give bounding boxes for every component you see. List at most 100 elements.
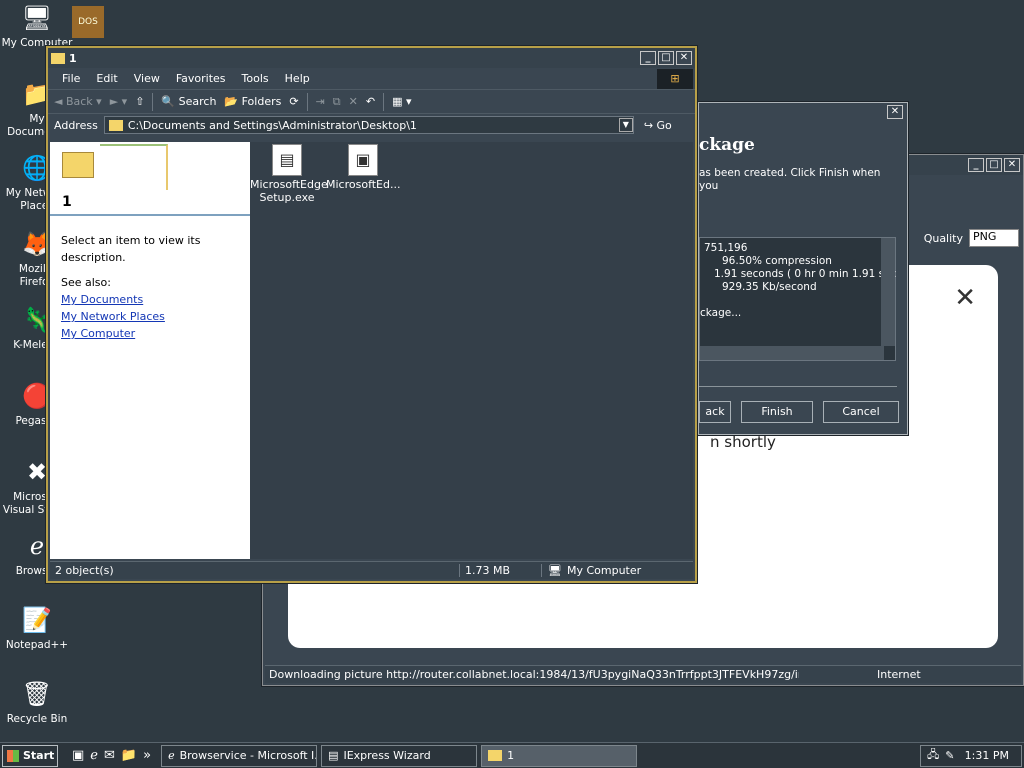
taskbar-item-explorer[interactable]: 1 xyxy=(481,744,638,767)
dialog-heading: ckage xyxy=(699,135,755,155)
copy-to-icon[interactable]: ⧉ xyxy=(333,95,341,109)
maximize-button[interactable]: □ xyxy=(658,51,674,65)
header-decoration xyxy=(100,144,168,190)
window-title: 1 xyxy=(69,51,77,65)
desktop-icon-dosbox[interactable]: DOS xyxy=(68,6,108,41)
explorer-toolbar: ◄ Back ▾ ► ▾ ⇧ 🔍 Search 📂 Folders ⟳ ⇥ ⧉ … xyxy=(48,90,695,114)
menu-help[interactable]: Help xyxy=(277,72,318,85)
close-button[interactable]: ✕ xyxy=(676,51,692,65)
menu-file[interactable]: File xyxy=(54,72,88,85)
chevron-down-icon[interactable]: ▼ xyxy=(618,118,633,132)
file-name: MicrosoftEd... xyxy=(326,178,401,191)
link-my-network-places[interactable]: My Network Places xyxy=(61,308,239,325)
file-list[interactable]: ▤ MicrosoftEdge Setup.exe ▣ MicrosoftEd.… xyxy=(250,142,693,559)
explorer-statusbar: 2 object(s) 1.73 MB 🖥 My Computer xyxy=(50,561,693,579)
folder-icon xyxy=(488,750,503,761)
desktop-icon-notepadpp[interactable]: 📝 Notepad++ xyxy=(0,604,74,652)
desktop-icon-recycle-bin[interactable]: 🗑 Recycle Bin xyxy=(0,678,74,726)
toolbar-separator xyxy=(152,92,154,111)
link-my-documents[interactable]: My Documents xyxy=(61,291,239,308)
delete-icon[interactable]: ✕ xyxy=(349,95,358,108)
ie-icon: ℯ xyxy=(168,749,175,762)
security-zone: Internet xyxy=(877,668,921,681)
quality-label: Quality xyxy=(923,231,963,245)
forward-button[interactable]: ► ▾ xyxy=(110,95,127,108)
go-button[interactable]: ↪ Go xyxy=(644,119,672,132)
ie-icon[interactable]: ℯ xyxy=(90,748,98,763)
network-tray-icon[interactable]: 🖧 xyxy=(927,746,939,765)
start-button[interactable]: Start xyxy=(2,744,58,767)
menu-favorites[interactable]: Favorites xyxy=(168,72,234,85)
folder-icon xyxy=(62,152,94,178)
quality-select[interactable]: PNG xyxy=(969,229,1019,247)
folder-name: 1 xyxy=(62,194,72,210)
back-button[interactable]: ◄ Back ▾ xyxy=(54,95,102,108)
explorer-icon[interactable]: 📁 xyxy=(121,748,137,763)
minimize-button[interactable]: _ xyxy=(640,51,656,65)
explorer-window[interactable]: 1 _ □ ✕ File Edit View Favorites Tools H… xyxy=(46,46,697,583)
notepadpp-icon: 📝 xyxy=(22,605,52,634)
move-to-icon[interactable]: ⇥ xyxy=(316,95,325,108)
windows-flag-icon xyxy=(7,749,19,762)
dialog-divider xyxy=(699,386,897,387)
outlook-icon[interactable]: ✉ xyxy=(104,748,115,763)
undo-icon[interactable]: ↶ xyxy=(366,95,375,108)
close-button[interactable]: ✕ xyxy=(1004,158,1020,172)
toolbar-separator xyxy=(306,92,308,111)
folder-description: Select an item to view its description. … xyxy=(50,216,250,342)
cancel-button[interactable]: Cancel xyxy=(823,401,899,423)
taskbar-item-iexpress[interactable]: ▤ IExpress Wizard xyxy=(321,744,478,767)
views-icon[interactable]: ▦ ▾ xyxy=(392,95,411,108)
task-pane: 1 Select an item to view its description… xyxy=(50,142,250,559)
close-overlay-icon[interactable]: ✕ xyxy=(954,283,976,313)
executable-icon: ▣ xyxy=(348,144,378,176)
see-also-label: See also: xyxy=(61,276,111,289)
horizontal-scrollbar[interactable] xyxy=(700,346,884,360)
log-line: 1.91 seconds ( 0 hr 0 min 1.91 sec xyxy=(714,268,897,280)
computer-icon: 🖥 xyxy=(548,564,562,577)
explorer-titlebar[interactable]: 1 _ □ ✕ xyxy=(48,48,695,68)
search-button[interactable]: 🔍 Search xyxy=(161,95,216,108)
finish-button[interactable]: Finish xyxy=(741,401,813,423)
notepad-tray-icon[interactable]: ✎ xyxy=(945,749,954,762)
desktop-icon-my-computer[interactable]: 🖥 My Computer xyxy=(0,2,74,50)
clock[interactable]: 1:31 PM xyxy=(965,749,1009,762)
chevron-right-icon[interactable]: » xyxy=(143,748,151,763)
folders-button[interactable]: 📂 Folders xyxy=(224,95,281,108)
menubar: File Edit View Favorites Tools Help ⊞ xyxy=(48,68,695,90)
minimize-button[interactable]: _ xyxy=(968,158,984,172)
log-line: 96.50% compression xyxy=(722,255,832,267)
taskbar-item-browser[interactable]: ℯ Browservice - Microsoft I... xyxy=(161,744,318,767)
browser-statusbar: Downloading picture http://router.collab… xyxy=(265,665,1021,683)
up-folder-icon[interactable]: ⇧ xyxy=(135,95,144,108)
file-item[interactable]: ▣ MicrosoftEd... xyxy=(326,144,400,191)
menu-edit[interactable]: Edit xyxy=(88,72,125,85)
menu-tools[interactable]: Tools xyxy=(234,72,277,85)
log-line: 929.35 Kb/second xyxy=(722,281,817,293)
vertical-scrollbar[interactable] xyxy=(881,238,895,346)
menu-view[interactable]: View xyxy=(126,72,168,85)
folder-icon xyxy=(108,119,123,131)
link-my-computer[interactable]: My Computer xyxy=(61,325,239,342)
recycle-bin-icon: 🗑 xyxy=(21,679,53,708)
file-item[interactable]: ▤ MicrosoftEdge Setup.exe xyxy=(250,144,328,204)
back-button[interactable]: ack xyxy=(699,401,731,423)
address-input[interactable]: C:\Documents and Settings\Administrator\… xyxy=(103,116,634,134)
address-label: Address xyxy=(54,118,98,132)
browser-quality-bar: Quality PNG xyxy=(924,229,1019,247)
history-icon[interactable]: ⟳ xyxy=(289,95,298,108)
show-desktop-icon[interactable]: ▣ xyxy=(72,748,84,763)
maximize-button[interactable]: □ xyxy=(986,158,1002,172)
close-button[interactable]: ✕ xyxy=(887,105,903,119)
iexpress-dialog[interactable]: ✕ ckage as been created. Click Finish wh… xyxy=(698,102,908,435)
progress-log[interactable]: 751,196 96.50% compression 1.91 seconds … xyxy=(699,237,896,361)
system-tray: 🖧 ✎ 1:31 PM xyxy=(920,744,1022,767)
desktop-icon-label: Recycle Bin xyxy=(6,713,68,725)
computer-icon: 🖥 xyxy=(21,3,53,32)
dialog-subtext: as been created. Click Finish when you xyxy=(699,167,881,192)
installer-icon: ▤ xyxy=(272,144,302,176)
object-count: 2 object(s) xyxy=(50,564,460,577)
description-text: Select an item to view its description. xyxy=(61,234,201,264)
folder-header: 1 xyxy=(50,142,250,216)
